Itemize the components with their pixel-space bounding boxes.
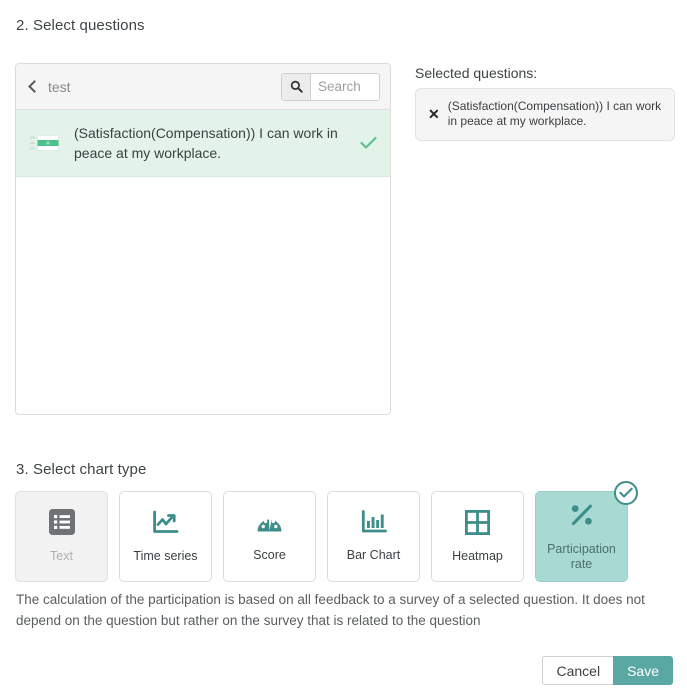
chart-type-card-bar-chart[interactable]: Bar Chart — [327, 491, 420, 582]
search-icon[interactable] — [282, 73, 311, 100]
gauge-icon — [256, 511, 283, 539]
bar-chart-icon — [361, 510, 387, 539]
save-button[interactable]: Save — [613, 656, 673, 685]
breadcrumb-label: test — [48, 78, 71, 95]
table-chart-icon — [30, 133, 60, 153]
chart-type-label: Time series — [133, 548, 198, 563]
chart-type-card-group: Text Time series Score Bar Chart Heatmap… — [15, 481, 639, 582]
selected-question-chip: ✕ (Satisfaction(Compensation)) I can wor… — [415, 88, 675, 141]
search-input[interactable] — [311, 73, 379, 100]
chart-type-label: Heatmap — [452, 548, 503, 563]
chart-type-card-score[interactable]: Score — [223, 491, 316, 582]
questions-panel-header: test — [16, 64, 390, 110]
grid-icon — [464, 509, 491, 540]
chart-type-label: Text — [50, 549, 73, 563]
chart-type-card-text: Text — [15, 491, 108, 582]
chart-type-description: The calculation of the participation is … — [16, 592, 645, 628]
breadcrumb-back[interactable]: test — [28, 79, 281, 95]
chart-type-label: Score — [253, 547, 286, 562]
selected-questions-label: Selected questions: — [415, 65, 538, 81]
question-list[interactable]: (Satisfaction(Compensation)) I can work … — [16, 110, 390, 414]
check-circle-icon — [614, 481, 638, 505]
line-chart-icon — [152, 510, 179, 540]
question-list-item[interactable]: (Satisfaction(Compensation)) I can work … — [16, 110, 390, 177]
page-title-select-chart-type: 3. Select chart type — [16, 461, 147, 478]
check-icon — [358, 136, 378, 150]
dialog-footer: Cancel Save — [542, 656, 673, 685]
close-icon[interactable]: ✕ — [426, 105, 442, 123]
chevron-left-icon[interactable] — [28, 80, 41, 93]
list-icon — [48, 509, 75, 540]
chart-type-card-time-series[interactable]: Time series — [119, 491, 212, 582]
search-group — [281, 72, 380, 101]
page-title-select-questions: 2. Select questions — [16, 17, 145, 34]
chart-type-card-participation-rate[interactable]: Participation rate — [535, 481, 638, 582]
chart-type-label: Bar Chart — [346, 548, 401, 562]
chart-type-card-heatmap[interactable]: Heatmap — [431, 491, 524, 582]
questions-panel: test ( — [15, 63, 391, 415]
selected-question-text: (Satisfaction(Compensation)) I can work … — [447, 99, 662, 128]
percent-icon — [569, 502, 595, 533]
cancel-button[interactable]: Cancel — [542, 656, 614, 685]
chart-type-label: Participation rate — [547, 541, 616, 571]
question-text: (Satisfaction(Compensation)) I can work … — [74, 125, 338, 161]
